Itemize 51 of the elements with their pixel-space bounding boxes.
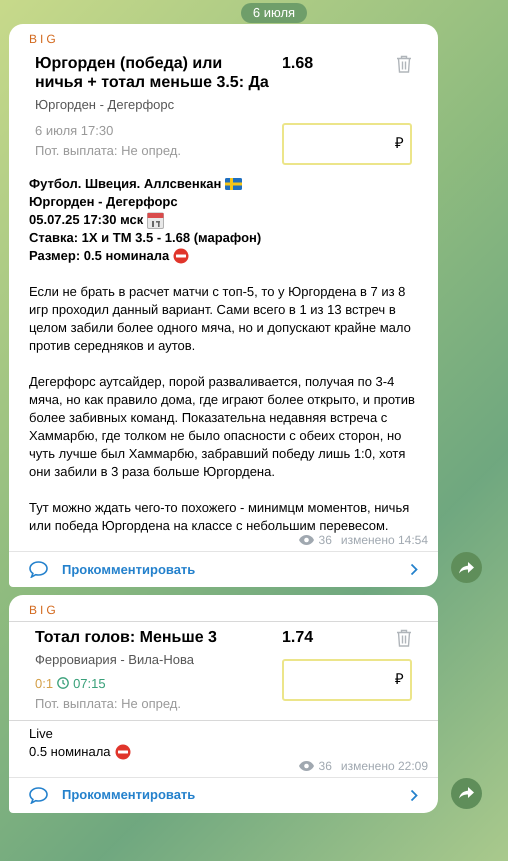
message-text: Дегерфорс аутсайдер, порой разваливается, получая по 3-4 мяча, но как правило дома, где играют более открыто, и против более забивных команд. Показательна недавняя встреча с Хаммарбю, где толком не было опасности с обеих сторон, но чуть лучше был Хаммарбю, забравший победу лишь 1:0, хотя они забили в 3 раза больше Юргордена. xyxy=(29,373,416,481)
chevron-right-icon xyxy=(410,563,418,576)
view-count: 36 xyxy=(318,533,332,549)
stake-input[interactable]: ₽ xyxy=(282,659,412,701)
odds: 1.68 xyxy=(282,54,314,73)
comment-icon xyxy=(29,786,48,804)
calendar-icon xyxy=(147,212,164,228)
eye-icon xyxy=(298,760,314,770)
comment-button[interactable]: Прокомментировать xyxy=(9,776,438,812)
no-entry-icon xyxy=(173,248,190,264)
message-text: Если не брать в расчет матчи с топ-5, то у Юргордена в 7 из 8 игр проходил данный вариант. Сами всего в 1 из 13 встреч в целом забили более одного мяча, но и допускают крайне мало против середняков и аутов. xyxy=(29,283,412,355)
odds: 1.74 xyxy=(282,628,314,647)
match-name: Ферровиария - Вила-Нова xyxy=(35,651,195,669)
currency-sign: ₽ xyxy=(395,670,404,690)
chevron-right-icon xyxy=(410,788,418,802)
potential-payout: Пот. выплата: Не опред. xyxy=(35,142,182,160)
date-chip: 6 июля xyxy=(240,3,308,23)
match-time: 6 июля 17:30 xyxy=(35,122,114,140)
channel-name: BIG xyxy=(28,31,60,48)
message-text: Футбол. Швеция. Аллсвенкан xyxy=(29,175,222,193)
message-text: Ставка: 1Х и ТМ 3.5 - 1.68 (марафон) xyxy=(29,229,262,247)
share-arrow-icon xyxy=(459,787,474,799)
edited-time: изменено 22:09 xyxy=(340,758,428,774)
channel-name: BIG xyxy=(28,602,60,619)
comment-button[interactable]: Прокомментировать xyxy=(9,551,438,587)
message-text: Размер: 0.5 номинала xyxy=(29,247,170,265)
bet-title: Тотал голов: Меньше 3 xyxy=(35,628,218,647)
currency-sign: ₽ xyxy=(395,134,404,154)
no-entry-icon xyxy=(114,744,131,760)
match-clock: 07:15 xyxy=(73,674,106,692)
comment-icon xyxy=(29,561,48,578)
view-count: 36 xyxy=(318,758,332,774)
message-text: Live xyxy=(29,724,53,742)
message-text: 0.5 номинала xyxy=(29,742,111,760)
message-text: 05.07.25 17:30 мск xyxy=(29,211,144,229)
forward-button[interactable] xyxy=(451,778,482,808)
stake-input[interactable]: ₽ xyxy=(282,123,412,165)
score: 0:1 xyxy=(35,674,54,692)
message-text: Юргорден - Дегерфорс xyxy=(29,193,178,211)
trash-icon[interactable] xyxy=(396,629,412,647)
flag-icon xyxy=(225,178,242,190)
edited-time: изменено 14:54 xyxy=(340,533,428,549)
eye-icon xyxy=(298,535,314,545)
trash-icon[interactable] xyxy=(396,55,412,73)
potential-payout: Пот. выплата: Не опред. xyxy=(35,695,182,713)
clock-icon xyxy=(57,677,70,690)
bet-title: Юргорден (победа) или ничья + тотал меньше 3.5: Да xyxy=(35,54,270,92)
message-text: Тут можно ждать чего-то похожего - минимцм моментов, ничья или победа Юргордена на классе с небольшим перевесом. xyxy=(29,499,410,535)
share-arrow-icon xyxy=(459,562,474,574)
match-name: Юргорден - Дегерфорс xyxy=(35,96,176,114)
forward-button[interactable] xyxy=(451,552,482,583)
